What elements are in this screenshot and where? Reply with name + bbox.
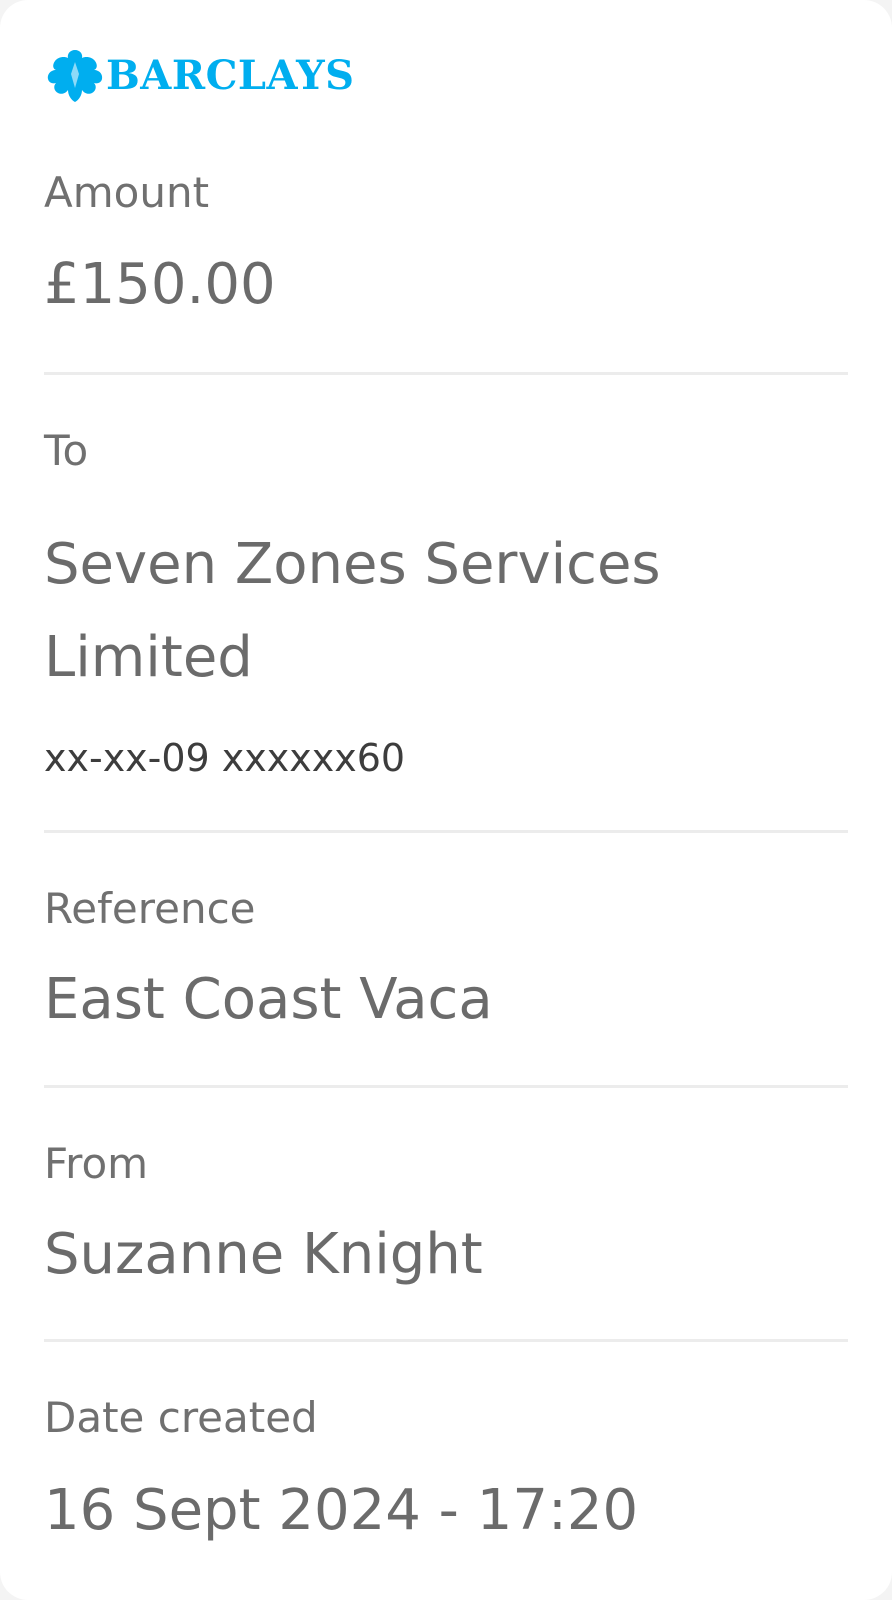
reference-value: East Coast Vaca: [44, 967, 493, 1032]
payee-name-line1: Seven Zones Services: [44, 532, 661, 597]
payee-account-number: xx-xx-09 xxxxxx60: [44, 736, 406, 780]
divider: [44, 1085, 848, 1088]
amount-label: Amount: [44, 168, 210, 217]
divider: [44, 830, 848, 833]
brand-name: BARCLAYS: [106, 52, 355, 99]
payment-details-card: BARCLAYS Amount £150.00 To Seven Zones S…: [0, 0, 892, 1600]
payee-name-line2: Limited: [44, 625, 253, 690]
divider: [44, 372, 848, 375]
from-value: Suzanne Knight: [44, 1222, 483, 1287]
amount-value: £150.00: [44, 252, 276, 317]
reference-label: Reference: [44, 884, 256, 933]
eagle-icon: [47, 50, 103, 102]
date-created-value: 16 Sept 2024 - 17:20: [44, 1478, 639, 1543]
date-created-label: Date created: [44, 1393, 318, 1442]
divider: [44, 1339, 848, 1342]
to-label: To: [44, 426, 89, 475]
from-label: From: [44, 1139, 149, 1188]
barclays-logo: BARCLAYS: [42, 48, 355, 104]
